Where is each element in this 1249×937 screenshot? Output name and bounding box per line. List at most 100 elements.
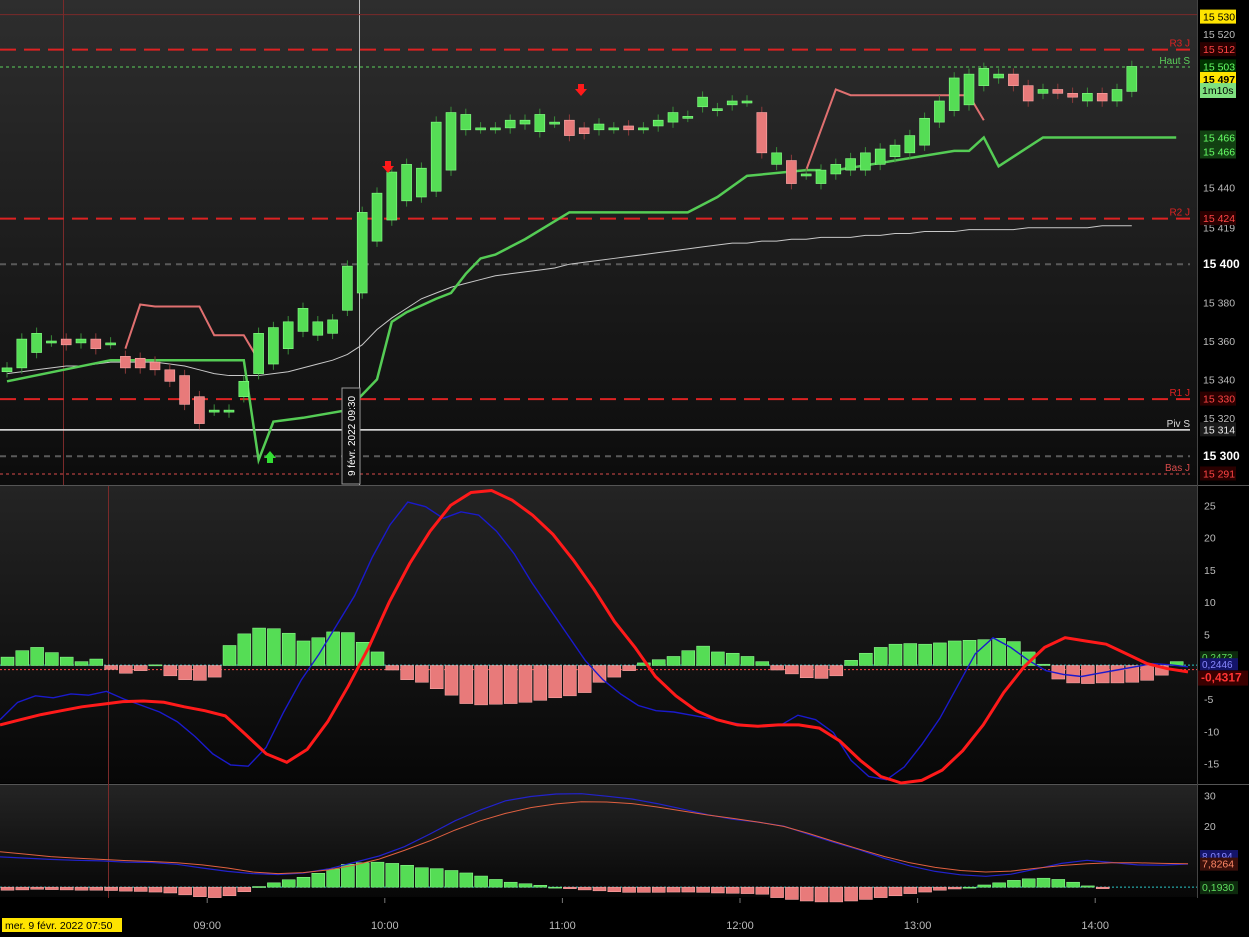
macd-histogram-bar bbox=[563, 665, 577, 697]
candle bbox=[1111, 89, 1123, 102]
candle bbox=[179, 375, 190, 405]
candle bbox=[282, 321, 294, 349]
osc2-histogram-bar bbox=[888, 886, 903, 897]
candle bbox=[1067, 93, 1078, 98]
candle bbox=[519, 119, 531, 125]
macd-histogram-bar bbox=[977, 639, 992, 666]
osc2-histogram-bar bbox=[444, 870, 459, 888]
timer-badge-text: 1m10s bbox=[1202, 85, 1234, 97]
trading-chart[interactable]: R3 J Haut S R2 J R1 J Piv S Bas J 9 févr. 2022… bbox=[0, 0, 1249, 932]
macd-histogram-bar bbox=[903, 643, 918, 666]
macd-histogram-bar bbox=[459, 665, 474, 704]
macd-badge-text: 0,2446 bbox=[1202, 660, 1233, 671]
osc2-histogram-bar bbox=[533, 885, 548, 888]
candle bbox=[712, 108, 723, 111]
osc2-tick-label: 30 bbox=[1204, 790, 1216, 802]
candle bbox=[786, 160, 797, 184]
macd-histogram-bar bbox=[370, 651, 385, 666]
macd-tick-label: 25 bbox=[1204, 500, 1216, 512]
osc2-histogram-bar bbox=[1095, 886, 1110, 889]
macd-tick-label: 15 bbox=[1204, 565, 1216, 577]
macd-histogram-bar bbox=[518, 665, 533, 703]
macd-histogram-bar bbox=[104, 665, 118, 670]
osc2-histogram-bar bbox=[59, 886, 74, 891]
candle bbox=[874, 148, 886, 165]
osc2-histogram-bar bbox=[844, 886, 858, 902]
level-label: R3 J bbox=[1169, 39, 1190, 50]
osc2-histogram-bar bbox=[15, 886, 30, 891]
osc2-histogram-bar bbox=[785, 886, 799, 900]
candle bbox=[208, 409, 220, 413]
macd-histogram-bar bbox=[918, 643, 932, 666]
macd-histogram-bar bbox=[326, 631, 340, 666]
candle bbox=[638, 127, 649, 131]
candle bbox=[504, 119, 516, 129]
macd-histogram-bar bbox=[15, 650, 30, 666]
candle bbox=[460, 114, 472, 131]
time-tick-label: 11:00 bbox=[549, 920, 576, 932]
macd-histogram-bar bbox=[474, 665, 488, 706]
macd-histogram-bar bbox=[45, 652, 59, 666]
candle bbox=[578, 127, 590, 134]
time-tick-label: 14:00 bbox=[1081, 920, 1109, 932]
osc2-badge-text: 7,8264 bbox=[1202, 859, 1234, 871]
candle bbox=[268, 327, 279, 365]
candle bbox=[830, 164, 842, 175]
price-tick-label: 15 440 bbox=[1203, 182, 1235, 194]
osc2-histogram-bar bbox=[903, 886, 918, 894]
macd-histogram-bar bbox=[1110, 665, 1125, 684]
price-badge-text: 15 512 bbox=[1203, 44, 1235, 56]
candle bbox=[978, 68, 990, 86]
osc2-histogram-bar bbox=[237, 886, 252, 893]
macd-histogram-bar bbox=[992, 638, 1006, 666]
candle bbox=[238, 381, 250, 397]
candle bbox=[401, 164, 412, 202]
macd-histogram-bar bbox=[237, 633, 252, 666]
macd-histogram-bar bbox=[947, 640, 962, 666]
osc2-histogram-bar bbox=[178, 886, 192, 896]
osc2-histogram-bar bbox=[207, 886, 222, 898]
crosshair-time-label: 9 févr. 2022 09:30 bbox=[341, 387, 361, 485]
osc2-histogram-bar bbox=[385, 863, 400, 888]
macd-histogram-bar bbox=[400, 665, 414, 680]
candle bbox=[31, 333, 42, 353]
candle bbox=[16, 338, 28, 369]
candle bbox=[963, 73, 975, 106]
osc2-histogram-bar bbox=[607, 886, 622, 893]
price-panel-bg bbox=[0, 0, 1197, 485]
osc2-histogram-bar bbox=[252, 886, 266, 888]
candle bbox=[46, 340, 57, 344]
macd-histogram-bar bbox=[829, 665, 844, 677]
candle bbox=[327, 319, 338, 334]
time-tick-label: 09:00 bbox=[193, 920, 221, 932]
osc2-histogram-bar bbox=[725, 886, 740, 894]
macd-tick-label: -15 bbox=[1204, 759, 1219, 771]
macd-histogram-bar bbox=[59, 656, 74, 666]
macd-histogram-bar bbox=[207, 665, 222, 678]
candle bbox=[948, 77, 960, 111]
osc2-histogram-bar bbox=[1081, 885, 1095, 888]
candle bbox=[416, 167, 427, 198]
macd-tick-label: -5 bbox=[1204, 694, 1213, 706]
candle bbox=[845, 158, 856, 171]
macd-tick-label: 10 bbox=[1204, 597, 1216, 609]
osc2-histogram-bar bbox=[577, 886, 592, 891]
candle bbox=[800, 173, 812, 177]
macd-histogram-bar bbox=[30, 647, 44, 666]
candle bbox=[726, 100, 738, 106]
osc2-histogram-bar bbox=[651, 886, 666, 893]
osc2-histogram-bar bbox=[696, 886, 710, 893]
osc2-histogram-bar bbox=[415, 867, 429, 888]
candle bbox=[149, 361, 161, 371]
osc2-histogram-bar bbox=[829, 886, 844, 903]
candle bbox=[223, 409, 235, 413]
macd-histogram-bar bbox=[355, 641, 370, 666]
macd-histogram-bar bbox=[281, 632, 296, 666]
macd-tick-label: -10 bbox=[1204, 726, 1219, 738]
price-tick-label: 15 340 bbox=[1203, 374, 1235, 386]
osc2-histogram-bar bbox=[400, 864, 414, 888]
osc2-histogram-bar bbox=[0, 886, 15, 891]
osc2-histogram-bar bbox=[355, 862, 370, 888]
osc2-badge-text: 0,1930 bbox=[1202, 882, 1234, 894]
candle bbox=[386, 171, 398, 221]
